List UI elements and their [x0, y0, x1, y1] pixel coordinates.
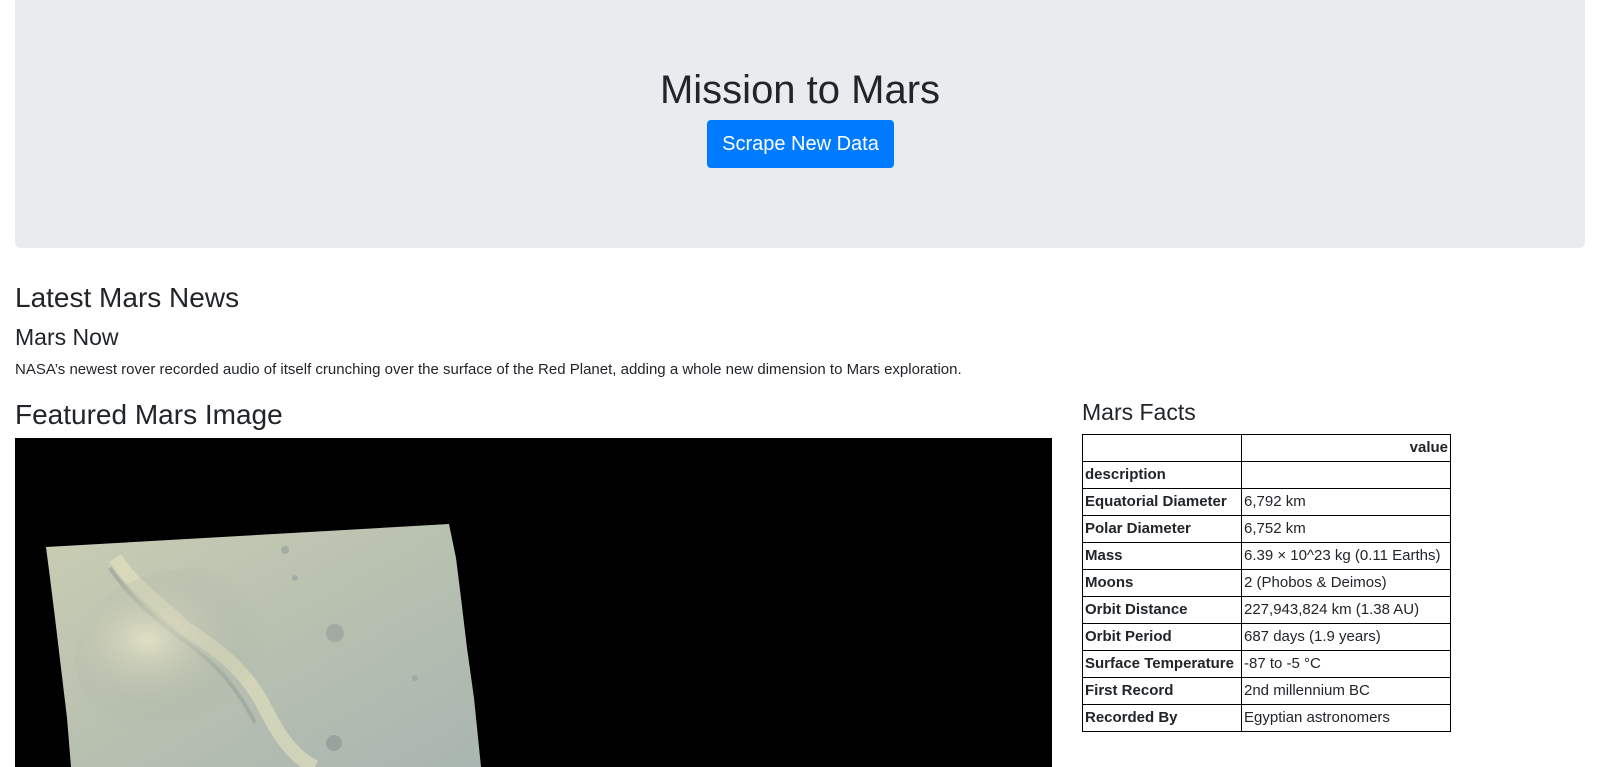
- mars-surface-photo: [46, 524, 481, 767]
- mars-facts-table: value description Equatorial Diameter 6,…: [1082, 434, 1451, 732]
- featured-mars-image: [15, 438, 1052, 767]
- description-index-header: description: [1082, 461, 1242, 489]
- table-row: Mass 6.39 × 10^23 kg (0.11 Earths): [1082, 542, 1451, 570]
- fact-value: 2 (Phobos & Deimos): [1241, 569, 1451, 597]
- table-row: Recorded By Egyptian astronomers: [1082, 704, 1451, 732]
- fact-value: 687 days (1.9 years): [1241, 623, 1451, 651]
- fact-label: Moons: [1082, 569, 1242, 597]
- fact-label: Polar Diameter: [1082, 515, 1242, 543]
- featured-image-heading: Featured Mars Image: [15, 399, 283, 430]
- table-row: Orbit Distance 227,943,824 km (1.38 AU): [1082, 596, 1451, 624]
- jumbotron-header: Mission to Mars Scrape New Data: [15, 0, 1585, 248]
- page-title: Mission to Mars: [659, 68, 941, 112]
- table-row: Orbit Period 687 days (1.9 years): [1082, 623, 1451, 651]
- fact-value: 6.39 × 10^23 kg (0.11 Earths): [1241, 542, 1451, 570]
- table-row: Moons 2 (Phobos & Deimos): [1082, 569, 1451, 597]
- news-paragraph: NASA’s newest rover recorded audio of it…: [15, 361, 962, 378]
- table-row: Polar Diameter 6,752 km: [1082, 515, 1451, 543]
- fact-value: 6,792 km: [1241, 488, 1451, 516]
- fact-label: Mass: [1082, 542, 1242, 570]
- news-title: Mars Now: [15, 324, 119, 350]
- fact-label: Orbit Period: [1082, 623, 1242, 651]
- table-index-row: description: [1082, 461, 1451, 489]
- table-header-row: value: [1082, 434, 1451, 462]
- table-row: Equatorial Diameter 6,792 km: [1082, 488, 1451, 516]
- fact-value: 2nd millennium BC: [1241, 677, 1451, 705]
- value-column-header: value: [1241, 434, 1451, 462]
- table-row: First Record 2nd millennium BC: [1082, 677, 1451, 705]
- empty-index-cell: [1241, 461, 1451, 489]
- table-corner-cell: [1082, 434, 1242, 462]
- mars-facts-heading: Mars Facts: [1082, 399, 1196, 425]
- fact-value: 227,943,824 km (1.38 AU): [1241, 596, 1451, 624]
- fact-value: -87 to -5 °C: [1241, 650, 1451, 678]
- fact-label: First Record: [1082, 677, 1242, 705]
- fact-value: Egyptian astronomers: [1241, 704, 1451, 732]
- scrape-new-data-button[interactable]: Scrape New Data: [707, 120, 894, 168]
- fact-label: Recorded By: [1082, 704, 1242, 732]
- fact-label: Orbit Distance: [1082, 596, 1242, 624]
- fact-label: Surface Temperature: [1082, 650, 1242, 678]
- news-section-heading: Latest Mars News: [15, 282, 240, 313]
- fact-label: Equatorial Diameter: [1082, 488, 1242, 516]
- fact-value: 6,752 km: [1241, 515, 1451, 543]
- table-row: Surface Temperature -87 to -5 °C: [1082, 650, 1451, 678]
